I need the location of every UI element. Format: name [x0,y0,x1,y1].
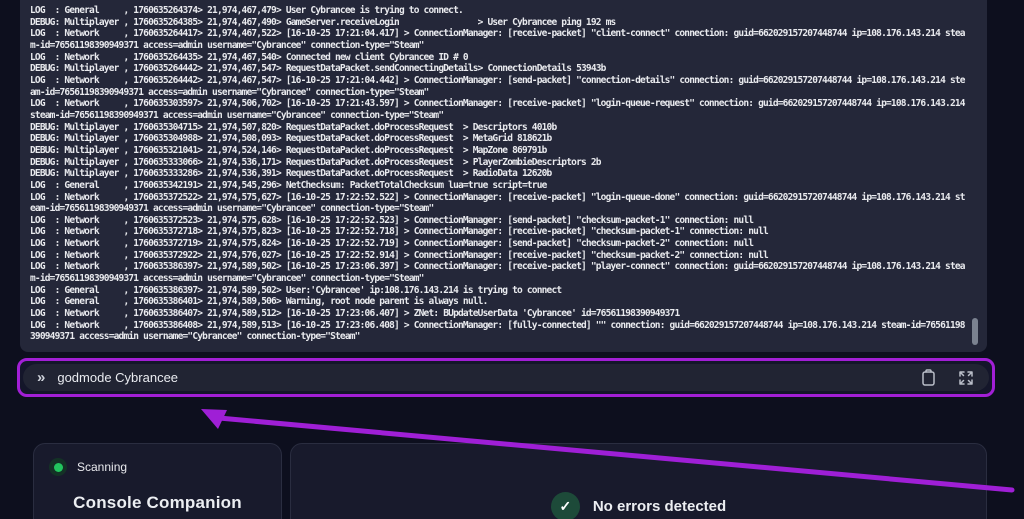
green-dot-icon [54,463,63,472]
no-errors-label: No errors detected [593,498,726,515]
command-input[interactable] [57,370,899,385]
console-log-text: LOG : General , 1760635264374> 21,974,46… [30,5,968,343]
console-companion-title: Console Companion [34,493,281,513]
scrollbar-thumb[interactable] [972,318,978,345]
console-output-panel[interactable]: LOG : General , 1760635264374> 21,974,46… [20,0,987,352]
clipboard-icon[interactable] [919,369,937,387]
no-errors-row: ✓ No errors detected [291,492,986,519]
scanning-status-label: Scanning [77,460,127,474]
console-companion-card: Scanning Console Companion [33,443,282,519]
error-status-card: ✓ No errors detected [290,443,987,519]
command-input-container: » [17,358,995,397]
expand-icon[interactable] [957,369,975,387]
scanning-status-icon [49,458,67,476]
prompt-chevrons-icon: » [37,370,45,385]
check-icon: ✓ [551,492,580,519]
command-input-pill[interactable]: » [23,364,989,391]
scanning-status-row: Scanning [34,444,281,476]
